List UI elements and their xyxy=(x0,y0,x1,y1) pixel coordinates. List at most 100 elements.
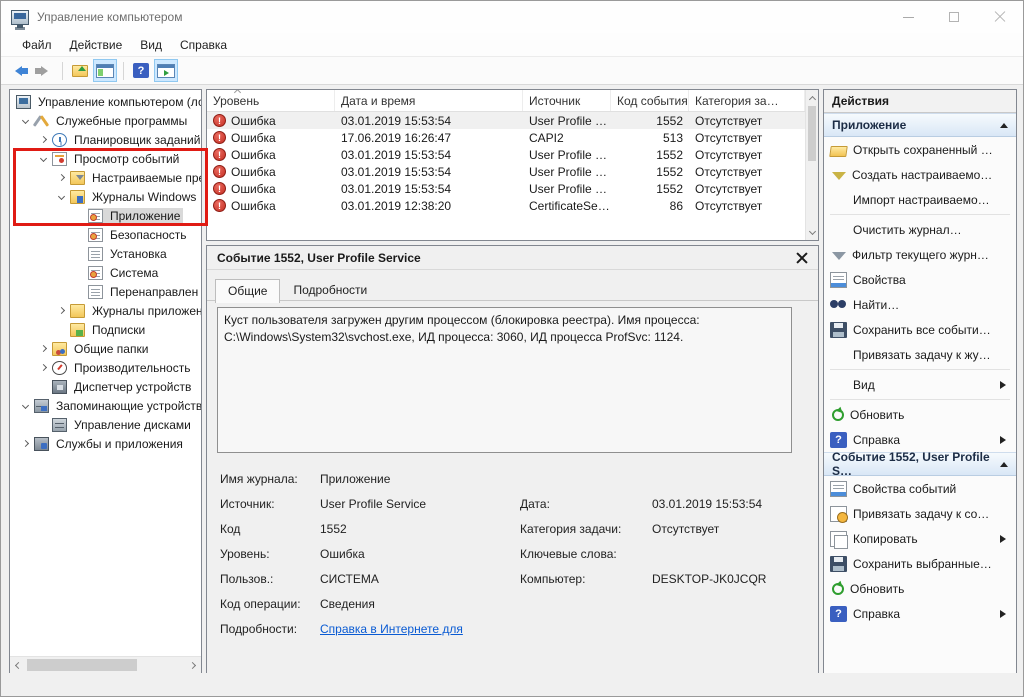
scroll-down-arrow[interactable] xyxy=(806,225,819,240)
tree-item-system-log[interactable]: Система xyxy=(10,263,201,282)
console-tree: Управление компьютером (ло Служебные про… xyxy=(10,92,201,655)
action-import-custom-view[interactable]: Импорт настраиваемо… xyxy=(824,187,1016,212)
action-create-custom-view[interactable]: Создать настраиваемо… xyxy=(824,162,1016,187)
tree-item-disk-management[interactable]: Управление дисками xyxy=(10,415,201,434)
expand-chevron-icon[interactable] xyxy=(34,344,52,353)
action-event-properties[interactable]: Свойства событий xyxy=(824,476,1016,501)
action-copy-submenu[interactable]: Копировать xyxy=(824,526,1016,551)
tree-item-performance[interactable]: Производительность xyxy=(10,358,201,377)
collapse-chevron-icon[interactable] xyxy=(16,116,34,125)
minimize-button[interactable] xyxy=(885,1,931,33)
column-header-task-category[interactable]: Категория за… xyxy=(689,90,805,111)
tree-item-custom-views[interactable]: Настраиваемые пре xyxy=(10,168,201,187)
tree-item-device-manager[interactable]: Диспетчер устройств xyxy=(10,377,201,396)
menu-help[interactable]: Справка xyxy=(171,35,236,55)
event-viewer-icon xyxy=(52,151,67,166)
column-header-datetime[interactable]: Дата и время xyxy=(335,90,523,111)
collapse-chevron-icon[interactable] xyxy=(16,401,34,410)
event-row[interactable]: Ошибка 03.01.2019 12:38:20 CertificateSe… xyxy=(207,197,805,214)
expand-chevron-icon[interactable] xyxy=(34,135,52,144)
action-properties[interactable]: Свойства xyxy=(824,267,1016,292)
event-list-panel: Уровень Дата и время Источник Код событи… xyxy=(206,89,819,241)
forward-button[interactable] xyxy=(32,59,56,82)
action-view-submenu[interactable]: Вид xyxy=(824,372,1016,397)
column-header-source[interactable]: Источник xyxy=(523,90,611,111)
menu-action[interactable]: Действие xyxy=(61,35,132,55)
tab-details[interactable]: Подробности xyxy=(280,278,380,302)
scrollbar-thumb[interactable] xyxy=(808,106,816,161)
tree-item-event-viewer[interactable]: Просмотр событий xyxy=(10,149,201,168)
tree-item-application-log[interactable]: Приложение xyxy=(10,206,201,225)
action-open-saved-log[interactable]: Открыть сохраненный … xyxy=(824,137,1016,162)
submenu-arrow-icon xyxy=(1000,435,1010,444)
action-find[interactable]: Найти… xyxy=(824,292,1016,317)
action-refresh-event[interactable]: Обновить xyxy=(824,576,1016,601)
column-header-level[interactable]: Уровень xyxy=(207,90,335,111)
collapse-section-icon[interactable] xyxy=(1000,458,1008,467)
event-row[interactable]: Ошибка 03.01.2019 15:53:54 User Profile … xyxy=(207,112,805,129)
expand-chevron-icon[interactable] xyxy=(52,173,70,182)
collapse-section-icon[interactable] xyxy=(1000,119,1008,128)
scroll-right-arrow[interactable] xyxy=(184,657,201,674)
action-attach-task-to-log[interactable]: Привязать задачу к жу… xyxy=(824,342,1016,367)
action-save-selected-events[interactable]: Сохранить выбранные… xyxy=(824,551,1016,576)
windows-logs-folder-icon xyxy=(70,189,85,204)
event-row[interactable]: Ошибка 03.01.2019 15:53:54 User Profile … xyxy=(207,163,805,180)
actions-section-application[interactable]: Приложение xyxy=(824,113,1016,137)
detail-close-icon[interactable] xyxy=(796,252,808,264)
help-button[interactable] xyxy=(129,59,153,82)
tab-general[interactable]: Общие xyxy=(215,279,281,303)
task-scheduler-icon xyxy=(52,132,67,147)
action-help-submenu[interactable]: Справка xyxy=(824,427,1016,452)
event-list-header: Уровень Дата и время Источник Код событи… xyxy=(207,90,805,112)
scroll-left-arrow[interactable] xyxy=(10,657,27,674)
tree-item-setup-log[interactable]: Установка xyxy=(10,244,201,263)
tree-item-security-log[interactable]: Безопасность xyxy=(10,225,201,244)
tree-horizontal-scrollbar[interactable] xyxy=(10,656,201,673)
event-list-vertical-scrollbar[interactable] xyxy=(805,90,818,240)
show-action-pane-button[interactable] xyxy=(154,59,178,82)
event-row[interactable]: Ошибка 03.01.2019 15:53:54 User Profile … xyxy=(207,146,805,163)
tree-item-forwarded-events-log[interactable]: Перенаправлен xyxy=(10,282,201,301)
tree-item-windows-logs[interactable]: Журналы Windows xyxy=(10,187,201,206)
close-button[interactable] xyxy=(977,1,1023,33)
maximize-button[interactable] xyxy=(931,1,977,33)
expand-chevron-icon[interactable] xyxy=(52,306,70,315)
tree-item-system-tools[interactable]: Служебные программы xyxy=(10,111,201,130)
action-help-event-submenu[interactable]: Справка xyxy=(824,601,1016,626)
tree-item-storage[interactable]: Запоминающие устройств xyxy=(10,396,201,415)
expand-chevron-icon[interactable] xyxy=(16,439,34,448)
event-description[interactable]: Куст пользователя загружен другим процес… xyxy=(217,307,792,453)
tree-item-subscriptions[interactable]: Подписки xyxy=(10,320,201,339)
tree-item-task-scheduler[interactable]: Планировщик заданий xyxy=(10,130,201,149)
collapse-chevron-icon[interactable] xyxy=(52,192,70,201)
online-help-link[interactable]: Справка в Интернете для xyxy=(320,622,520,636)
up-folder-button[interactable] xyxy=(68,59,92,82)
actions-section-event[interactable]: Событие 1552, User Profile S… xyxy=(824,450,1016,478)
tree-item-shared-folders[interactable]: Общие папки xyxy=(10,339,201,358)
field-value: Отсутствует xyxy=(652,521,720,536)
field-label: Компьютер: xyxy=(520,571,586,586)
tree-item-applications-logs[interactable]: Журналы приложен xyxy=(10,301,201,320)
expand-chevron-icon[interactable] xyxy=(34,363,52,372)
action-filter-current-log[interactable]: Фильтр текущего журн… xyxy=(824,242,1016,267)
menu-file[interactable]: Файл xyxy=(13,35,61,55)
services-icon xyxy=(34,436,49,451)
action-clear-log[interactable]: Очистить журнал… xyxy=(824,217,1016,242)
menu-view[interactable]: Вид xyxy=(131,35,171,55)
scroll-up-arrow[interactable] xyxy=(806,90,819,105)
event-row[interactable]: Ошибка 03.01.2019 15:53:54 User Profile … xyxy=(207,180,805,197)
action-refresh[interactable]: Обновить xyxy=(824,402,1016,427)
action-save-all-events[interactable]: Сохранить все событи… xyxy=(824,317,1016,342)
scrollbar-thumb[interactable] xyxy=(27,659,137,671)
system-log-icon xyxy=(88,265,103,280)
back-button[interactable] xyxy=(7,59,31,82)
event-row[interactable]: Ошибка 17.06.2019 16:26:47 CAPI2 513 Отс… xyxy=(207,129,805,146)
show-console-tree-button[interactable] xyxy=(93,59,117,82)
collapse-chevron-icon[interactable] xyxy=(34,154,52,163)
refresh-icon xyxy=(832,408,844,421)
tree-item-services-and-applications[interactable]: Службы и приложения xyxy=(10,434,201,453)
tree-item-computer-management[interactable]: Управление компьютером (ло xyxy=(10,92,201,111)
action-attach-task-to-event[interactable]: Привязать задачу к со… xyxy=(824,501,1016,526)
column-header-event-code[interactable]: Код события xyxy=(611,90,689,111)
